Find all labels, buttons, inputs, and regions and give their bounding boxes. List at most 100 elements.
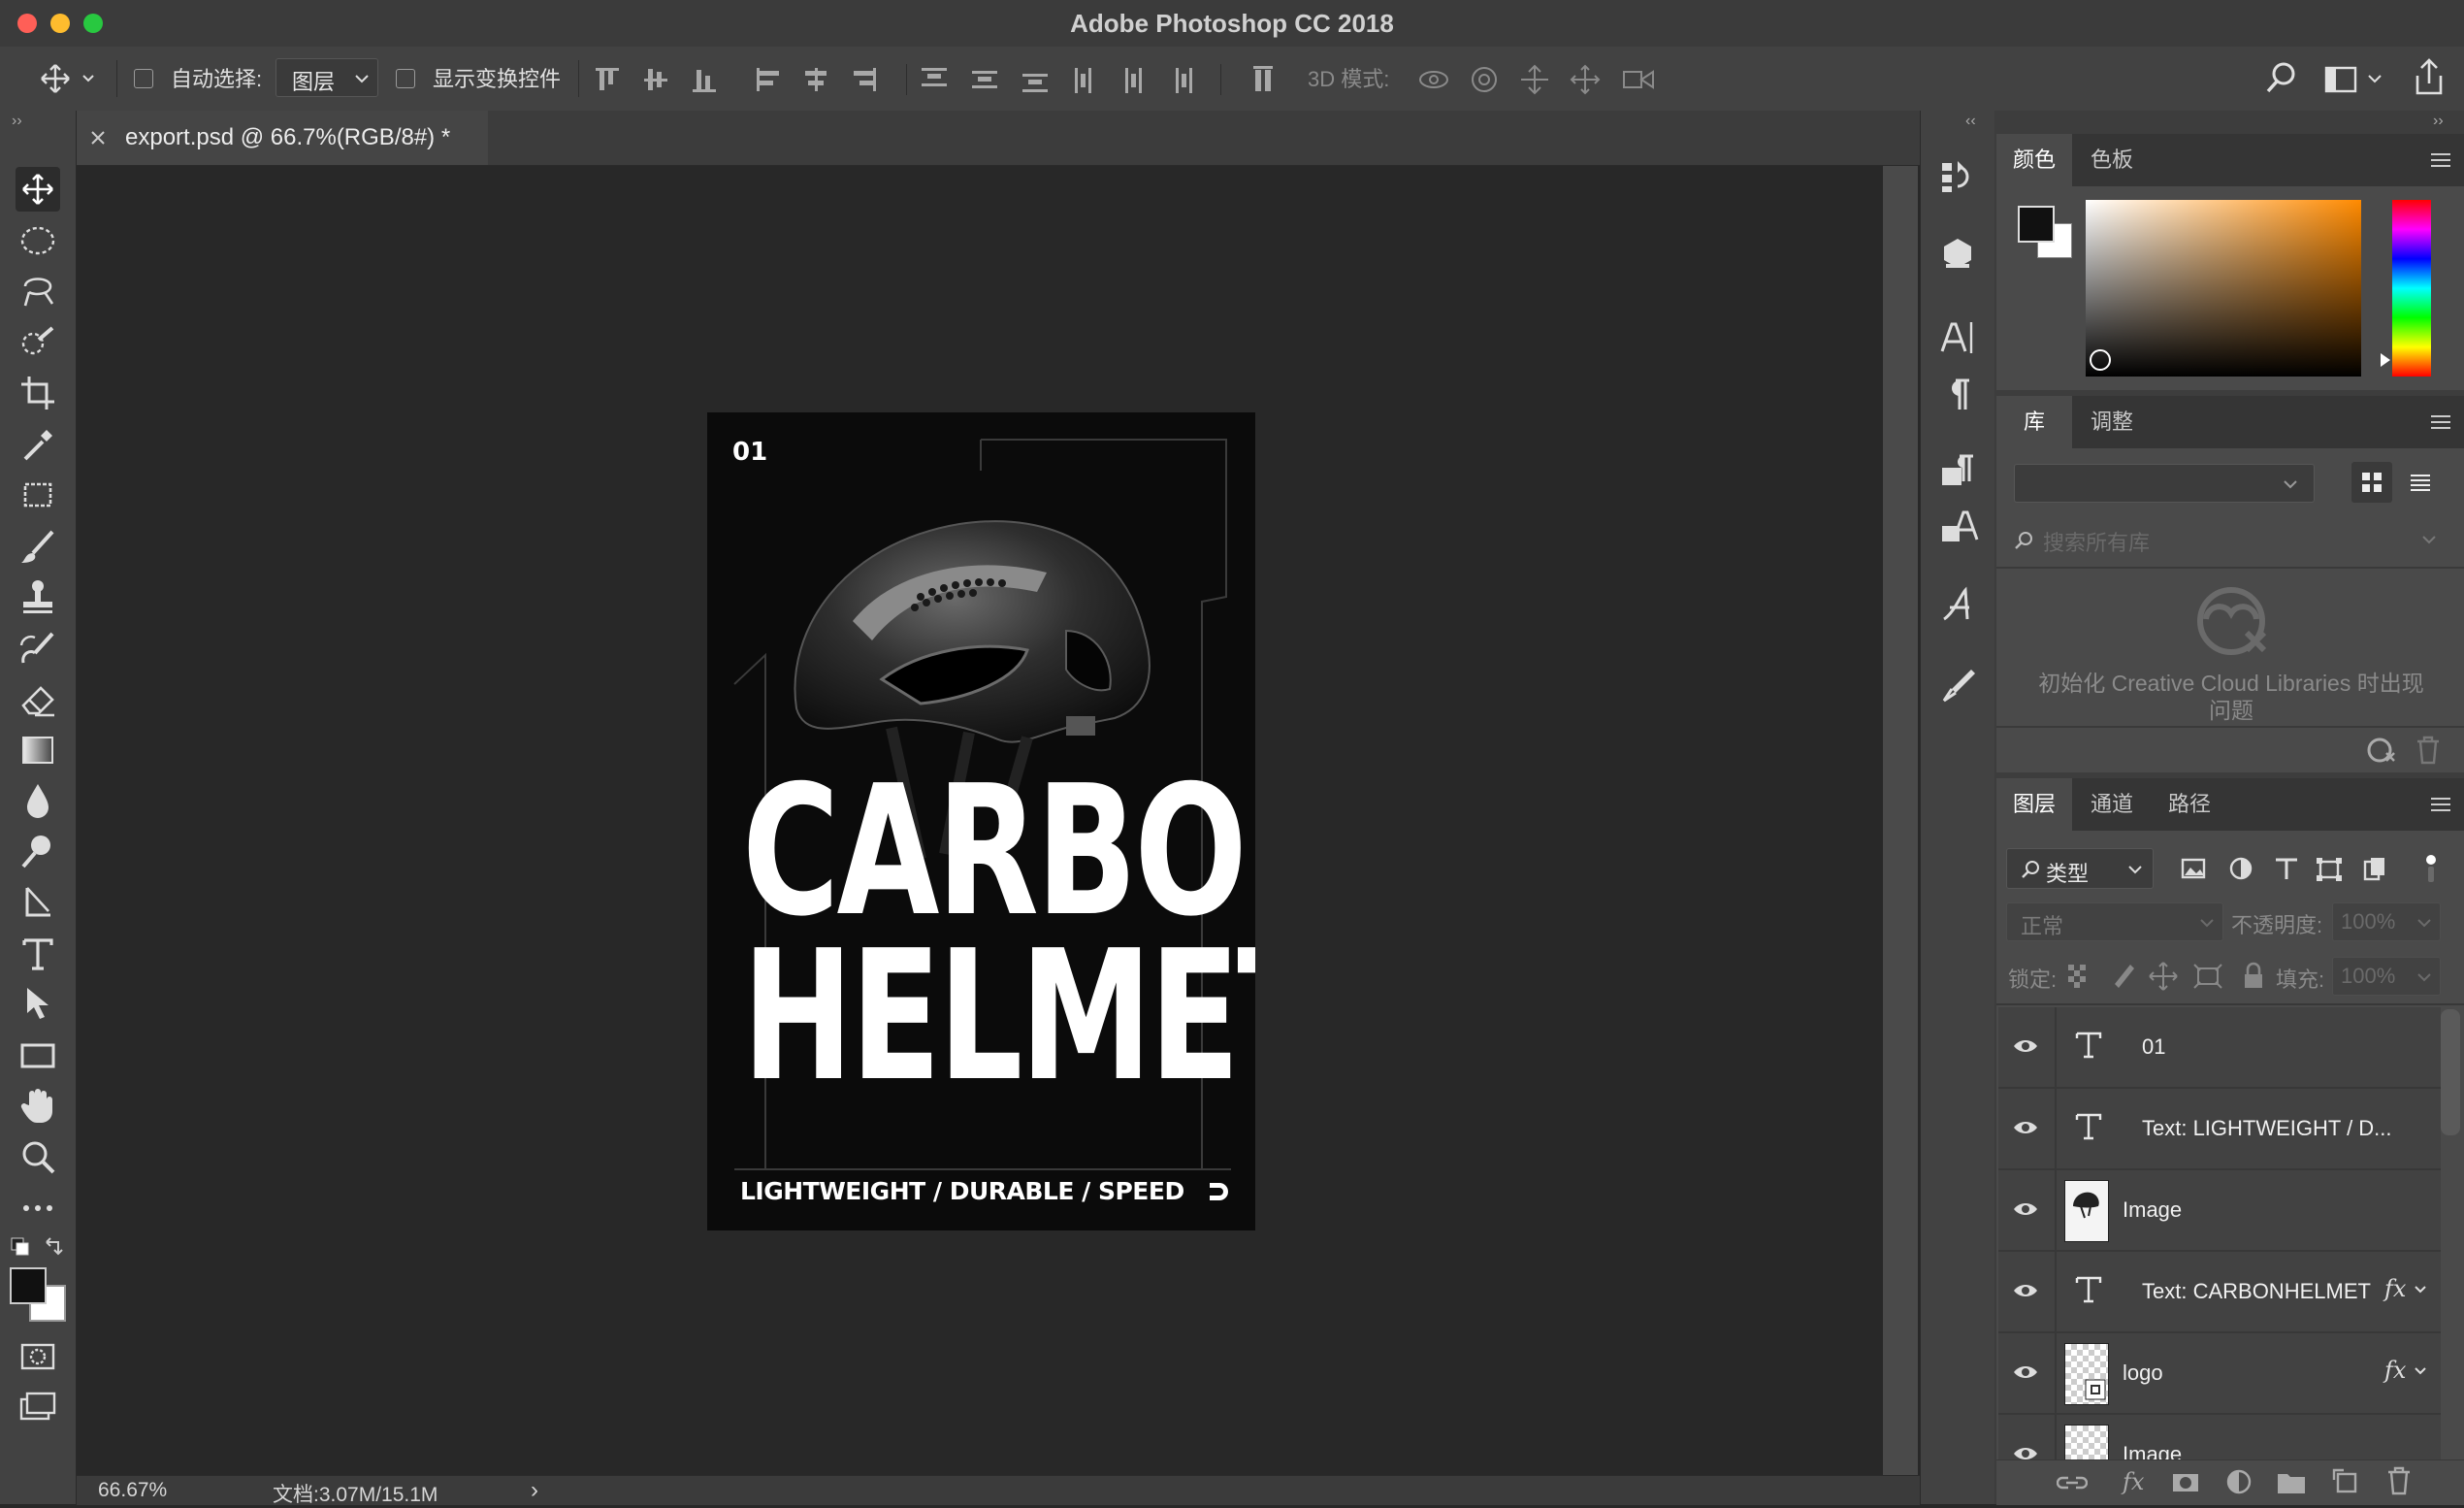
glyphs-panel-icon[interactable] [1936, 584, 1979, 627]
quick-mask-icon[interactable] [16, 1334, 60, 1379]
paragraph-panel-icon[interactable] [1936, 373, 1979, 415]
new-layer-icon[interactable] [2332, 1468, 2359, 1495]
quick-selection-tool-icon[interactable] [16, 320, 60, 365]
link-layers-icon[interactable] [2057, 1470, 2088, 1495]
zoom-tool-icon[interactable] [16, 1135, 60, 1180]
marquee-tool-icon[interactable] [16, 218, 60, 263]
library-select-dropdown[interactable] [2014, 464, 2315, 503]
layer-row[interactable]: logo fx [1998, 1333, 2441, 1415]
visibility-eye-icon[interactable] [2012, 1281, 2039, 1300]
layer-filter-dropdown[interactable]: 类型 [2006, 848, 2154, 889]
tab-layers[interactable]: 图层 [1996, 778, 2072, 831]
vertical-scrollbar[interactable] [1883, 166, 1918, 1475]
default-colors-icon[interactable] [10, 1236, 68, 1263]
color-field-picker[interactable] [2090, 349, 2111, 371]
new-adjustment-layer-icon[interactable] [2225, 1468, 2253, 1495]
hue-slider[interactable] [2392, 200, 2431, 377]
character-styles-icon[interactable] [1936, 505, 1979, 547]
blend-mode-dropdown[interactable]: 正常 [2006, 902, 2223, 941]
fx-badge[interactable]: fx [2384, 1275, 2406, 1302]
align-edges-icons[interactable] [594, 60, 1292, 99]
fx-badge[interactable]: fx [2384, 1357, 2406, 1384]
document-tab[interactable]: export.psd @ 66.7%(RGB/8#) * [77, 111, 488, 165]
type-tool-icon[interactable] [16, 932, 60, 976]
fill-field[interactable]: 100% [2332, 957, 2441, 996]
chevron-down-icon[interactable] [2414, 1366, 2427, 1376]
visibility-eye-icon[interactable] [2012, 1362, 2039, 1382]
frame-tool-icon[interactable] [16, 473, 60, 517]
search-icon[interactable] [2264, 60, 2299, 97]
hand-tool-icon[interactable] [16, 1084, 60, 1129]
layer-row[interactable]: Image [1998, 1170, 2441, 1252]
zoom-level[interactable]: 66.67% [98, 1479, 167, 1502]
brush-settings-icon[interactable] [1936, 664, 1979, 706]
visibility-eye-icon[interactable] [2012, 1199, 2039, 1219]
library-trash-icon[interactable] [2415, 736, 2441, 765]
expand-panels-arrows-icon[interactable]: ‹‹ [1965, 113, 1976, 130]
lock-icons[interactable] [2066, 961, 2270, 992]
gradient-tool-icon[interactable] [16, 728, 60, 772]
paragraph-styles-icon[interactable] [1936, 450, 1979, 493]
tab-swatches[interactable]: 色板 [2074, 134, 2150, 186]
delete-layer-icon[interactable] [2386, 1466, 2412, 1495]
layer-row[interactable]: Text: LIGHTWEIGHT / D... [1998, 1089, 2441, 1170]
grid-view-button[interactable] [2351, 462, 2392, 503]
workspace-switcher-icon[interactable] [2322, 60, 2390, 97]
share-icon[interactable] [2410, 56, 2448, 99]
hue-slider-thumb-icon[interactable] [2379, 351, 2392, 369]
eyedropper-tool-icon[interactable] [16, 422, 60, 467]
add-layer-style-button[interactable]: fx [2123, 1468, 2144, 1495]
brush-tool-icon[interactable] [16, 524, 60, 569]
lasso-tool-icon[interactable] [16, 269, 60, 313]
tab-color[interactable]: 颜色 [1996, 134, 2072, 186]
color-field[interactable] [2086, 200, 2361, 377]
list-view-button[interactable] [2400, 462, 2441, 503]
screen-mode-icon[interactable] [16, 1386, 60, 1430]
move-tool-preset-icon[interactable] [39, 62, 97, 95]
character-panel-icon[interactable] [1936, 316, 1979, 359]
eraser-tool-icon[interactable] [16, 676, 60, 721]
panel-menu-icon[interactable] [2431, 415, 2450, 429]
layer-filter-icons[interactable] [2179, 854, 2441, 885]
3d-panel-icon[interactable] [1936, 233, 1979, 276]
more-tools-icon[interactable] [16, 1186, 60, 1230]
foreground-color-swatch[interactable] [10, 1267, 47, 1304]
color-foreground-swatch[interactable] [2018, 206, 2055, 243]
opacity-field[interactable]: 100% [2332, 902, 2441, 941]
history-panel-icon[interactable] [1936, 155, 1979, 198]
new-group-icon[interactable] [2276, 1468, 2307, 1495]
auto-select-dropdown[interactable]: 图层 [276, 58, 378, 97]
crop-tool-icon[interactable] [16, 371, 60, 415]
move-tool-icon[interactable] [16, 167, 60, 212]
tab-paths[interactable]: 路径 [2152, 778, 2227, 831]
clone-stamp-tool-icon[interactable] [16, 574, 60, 619]
tab-channels[interactable]: 通道 [2074, 778, 2150, 831]
dodge-tool-icon[interactable] [16, 830, 60, 874]
collapse-dock-arrows-icon[interactable]: ›› [2433, 113, 2444, 130]
visibility-eye-icon[interactable] [2012, 1444, 2039, 1459]
blur-tool-icon[interactable] [16, 778, 60, 823]
history-brush-tool-icon[interactable] [16, 626, 60, 671]
status-menu-arrow-icon[interactable]: › [531, 1477, 538, 1504]
layer-row[interactable]: Text: CARBONHELMET fx [1998, 1252, 2441, 1333]
sync-cloud-icon[interactable] [2365, 736, 2396, 765]
layer-row[interactable]: 01 [1998, 1007, 2441, 1089]
rectangle-tool-icon[interactable] [16, 1033, 60, 1078]
visibility-eye-icon[interactable] [2012, 1036, 2039, 1056]
layer-row[interactable]: Image [1998, 1415, 2441, 1459]
auto-select-checkbox[interactable] [134, 69, 153, 88]
direct-selection-tool-icon[interactable] [16, 982, 60, 1027]
tab-libraries[interactable]: 库 [1996, 396, 2072, 448]
library-search-bar[interactable]: 搜索所有库 [2010, 520, 2445, 559]
poster-canvas[interactable]: 01 CARBON HELMET LIGHTWEIGHT / DURABLE /… [707, 412, 1255, 1230]
close-tab-icon[interactable] [90, 130, 106, 146]
path-selection-tool-icon[interactable] [16, 880, 60, 925]
add-mask-icon[interactable] [2171, 1470, 2200, 1495]
chevron-down-icon[interactable] [2414, 1285, 2427, 1295]
3d-mode-icons[interactable] [1416, 60, 1669, 99]
panel-menu-icon[interactable] [2431, 153, 2450, 167]
tab-adjustments[interactable]: 调整 [2074, 396, 2150, 448]
panel-menu-icon[interactable] [2431, 798, 2450, 811]
visibility-eye-icon[interactable] [2012, 1118, 2039, 1137]
show-transform-checkbox[interactable] [396, 69, 415, 88]
